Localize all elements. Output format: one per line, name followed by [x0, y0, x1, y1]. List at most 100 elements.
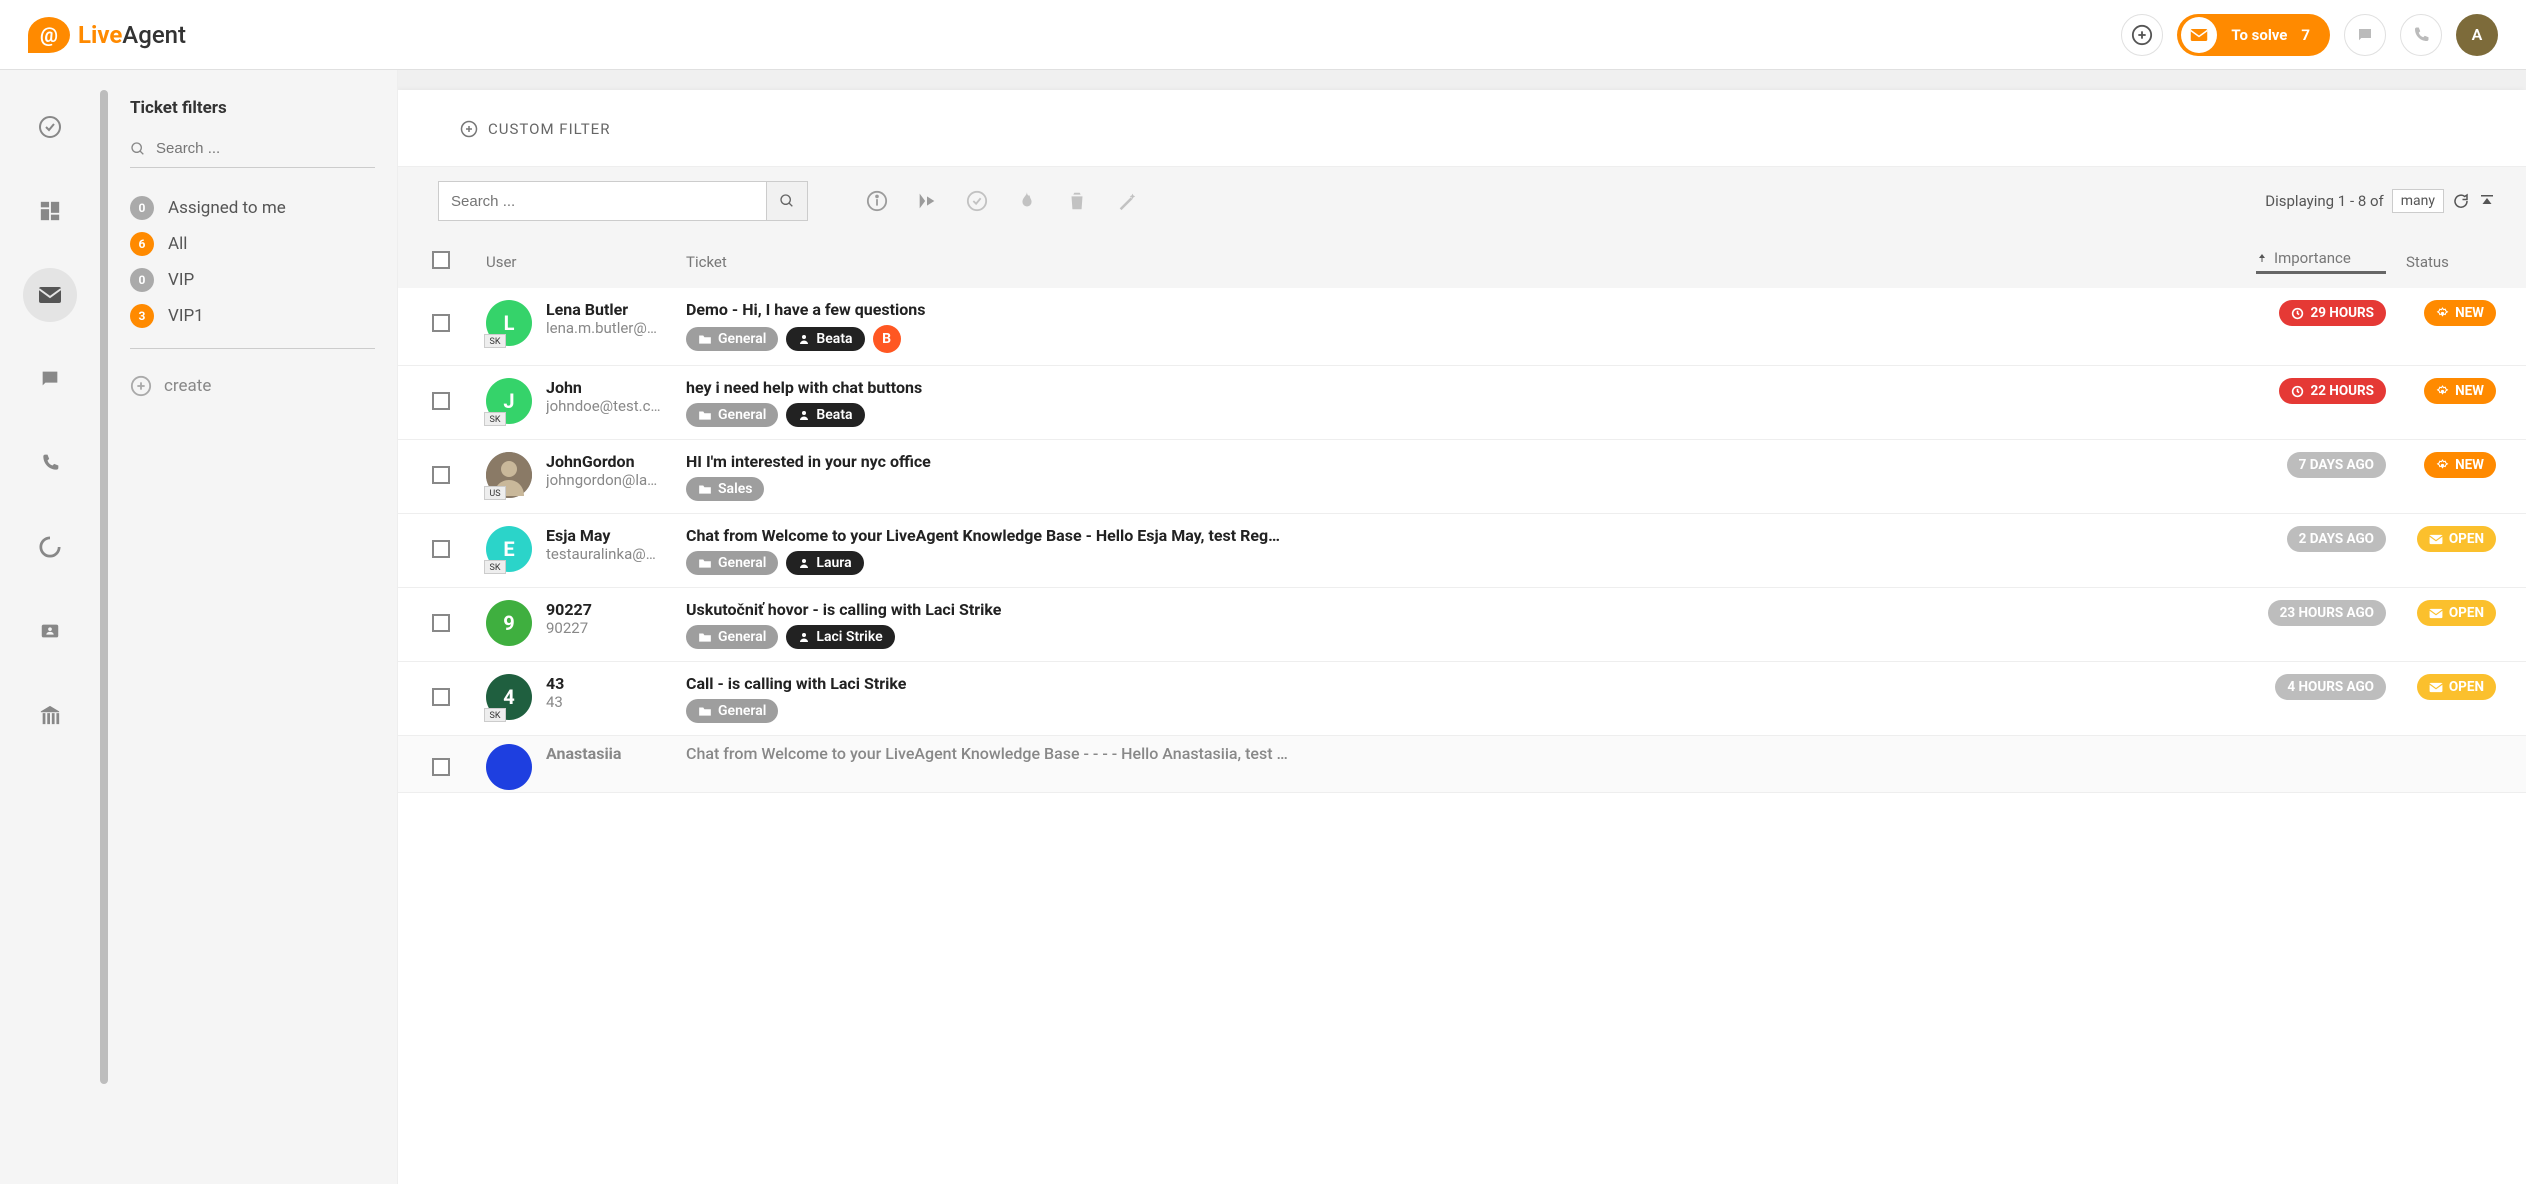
to-solve-envelope-icon [2181, 17, 2217, 53]
department-tag: General [686, 551, 778, 575]
column-user[interactable]: User [486, 253, 686, 271]
user-name: Lena Butler [546, 300, 686, 319]
custom-filter-label: CUSTOM FILTER [488, 120, 610, 138]
filter-item[interactable]: 6 All [130, 226, 375, 262]
ticket-row[interactable]: J SK John johndoe@test.c… hey i need hel… [398, 366, 2526, 440]
agent-tag: Laci Strike [786, 625, 894, 649]
filter-item[interactable]: 0 Assigned to me [130, 190, 375, 226]
filter-label: Assigned to me [168, 198, 286, 218]
wand-icon[interactable] [1116, 190, 1138, 212]
filter-item[interactable]: 0 VIP [130, 262, 375, 298]
filter-count-badge: 6 [130, 232, 154, 256]
filter-label: VIP1 [168, 306, 204, 326]
main-pane: CUSTOM FILTER Disp [398, 70, 2526, 1184]
brand-logo[interactable]: @ LiveAgent [28, 17, 186, 53]
ticket-list: L SK Lena Butler lena.m.butler@… Demo - … [398, 288, 2526, 1184]
ticket-row[interactable]: 4 SK 43 43 Call - is calling with Laci S… [398, 662, 2526, 736]
grid-icon [39, 200, 61, 222]
to-solve-button[interactable]: To solve 7 [2177, 14, 2330, 56]
user-name: 43 [546, 674, 686, 693]
ticket-subject: HI I'm interested in your nyc office [686, 452, 2242, 471]
filters-search[interactable] [130, 134, 375, 168]
brand-text: LiveAgent [78, 21, 186, 49]
ticket-row[interactable]: 9 90227 90227 Uskutočniť hovor - is call… [398, 588, 2526, 662]
filters-search-input[interactable] [156, 140, 375, 157]
user-avatar-letter: A [2472, 25, 2483, 44]
rail-reports[interactable] [23, 520, 77, 574]
row-checkbox[interactable] [432, 758, 450, 776]
ticket-row[interactable]: L SK Lena Butler lena.m.butler@… Demo - … [398, 288, 2526, 366]
filter-count-badge: 0 [130, 196, 154, 220]
importance-pill: 4 HOURS AGO [2275, 674, 2386, 700]
country-flag-icon: US [484, 486, 506, 500]
user-name: Anastasiia [546, 744, 686, 763]
column-importance[interactable]: Importance [2256, 249, 2386, 274]
user-email: testauralinka@… [546, 545, 686, 563]
call-header-button[interactable] [2400, 14, 2442, 56]
app-header: @ LiveAgent To solve 7 A [0, 0, 2526, 70]
row-checkbox[interactable] [432, 688, 450, 706]
rail-calls[interactable] [23, 436, 77, 490]
row-checkbox[interactable] [432, 540, 450, 558]
search-icon [779, 193, 795, 209]
flame-icon[interactable] [1016, 190, 1038, 212]
status-pill: OPEN [2417, 526, 2496, 552]
tickets-search-input[interactable] [438, 181, 766, 221]
tickets-search-button[interactable] [766, 181, 808, 221]
custom-filter-button[interactable]: CUSTOM FILTER [398, 90, 2526, 167]
collapse-up-icon[interactable] [2478, 192, 2496, 210]
row-avatar: US [486, 452, 546, 498]
forward-icon[interactable] [916, 190, 938, 212]
row-checkbox[interactable] [432, 614, 450, 632]
info-icon[interactable] [866, 190, 888, 212]
ticket-subject: hey i need help with chat buttons [686, 378, 2242, 397]
user-email: lena.m.butler@… [546, 319, 686, 337]
plus-circle-icon [130, 375, 152, 397]
department-tag: Sales [686, 477, 764, 501]
filter-label: VIP [168, 270, 194, 290]
rail-dashboard[interactable] [23, 100, 77, 154]
rail-scrollbar[interactable] [100, 90, 108, 1084]
ticket-subject: Chat from Welcome to your LiveAgent Know… [686, 744, 2242, 763]
select-all-checkbox[interactable] [432, 251, 450, 269]
column-ticket[interactable]: Ticket [686, 253, 2256, 271]
row-checkbox[interactable] [432, 314, 450, 332]
filters-create[interactable]: create [130, 375, 375, 397]
department-tag: General [686, 327, 778, 351]
rail-knowledge[interactable] [23, 688, 77, 742]
chat-header-button[interactable] [2344, 14, 2386, 56]
filter-item[interactable]: 3 VIP1 [130, 298, 375, 334]
sort-asc-icon [2256, 252, 2268, 264]
ticket-row[interactable]: E SK Esja May testauralinka@… Chat from … [398, 514, 2526, 588]
rail-tickets[interactable] [23, 268, 77, 322]
trash-icon[interactable] [1066, 190, 1088, 212]
ticket-subject: Chat from Welcome to your LiveAgent Know… [686, 526, 2242, 545]
add-button[interactable] [2121, 14, 2163, 56]
displaying-text: Displaying 1 - 8 of [2265, 192, 2383, 210]
rail-chats[interactable] [23, 352, 77, 406]
refresh-icon[interactable] [2452, 192, 2470, 210]
ticket-subject: Call - is calling with Laci Strike [686, 674, 2242, 693]
resolve-icon[interactable] [966, 190, 988, 212]
row-checkbox[interactable] [432, 392, 450, 410]
row-avatar: E SK [486, 526, 546, 572]
user-avatar[interactable]: A [2456, 14, 2498, 56]
displaying-many[interactable]: many [2392, 189, 2444, 213]
ticket-row[interactable]: Anastasiia Chat from Welcome to your Liv… [398, 736, 2526, 793]
row-checkbox[interactable] [432, 466, 450, 484]
rail-grid[interactable] [23, 184, 77, 238]
row-avatar [486, 744, 546, 790]
phone-icon [2412, 26, 2430, 44]
filters-sidebar: Ticket filters 0 Assigned to me 6 All 0 … [108, 70, 398, 1184]
user-name: John [546, 378, 686, 397]
filter-count-badge: 0 [130, 268, 154, 292]
column-status[interactable]: Status [2406, 253, 2496, 271]
ticket-row[interactable]: US JohnGordon johngordon@la… HI I'm inte… [398, 440, 2526, 514]
brand-badge-icon: @ [28, 17, 70, 53]
column-header-row: User Ticket Importance Status [398, 235, 2526, 288]
status-pill: NEW [2424, 452, 2496, 478]
row-avatar: 9 [486, 600, 546, 646]
country-flag-icon: SK [484, 412, 506, 426]
country-flag-icon: SK [484, 560, 506, 574]
rail-customers[interactable] [23, 604, 77, 658]
